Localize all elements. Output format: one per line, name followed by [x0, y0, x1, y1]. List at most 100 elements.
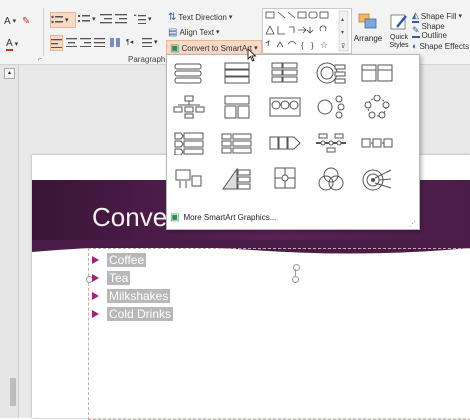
shape-effects-button[interactable]: ◐ Shape Effects — [412, 39, 469, 53]
ribbon-separator — [43, 8, 44, 56]
shape-outline-button[interactable]: ✎ Shape Outline — [412, 22, 470, 40]
content-placeholder[interactable] — [88, 248, 470, 420]
shapes-gallery-icons: { } ☆ ▴ ▾ ⊽ — [265, 10, 349, 52]
svg-text:▾: ▾ — [341, 29, 344, 36]
text-direction-icon: ⇅ — [168, 11, 177, 23]
horizontal-list-icon — [361, 64, 393, 82]
smartart-layout-arrow-process[interactable] — [268, 130, 302, 156]
align-right-button[interactable] — [80, 35, 91, 49]
smartart-layout-stacked-list[interactable] — [268, 60, 302, 86]
align-center-button[interactable] — [66, 35, 77, 49]
quick-styles-button[interactable]: Quick Styles — [384, 12, 414, 60]
pilcrow-icon: ¶◂ — [126, 39, 134, 46]
smartart-layout-basic-cycle[interactable] — [360, 94, 394, 120]
basic-process-icon — [361, 138, 393, 148]
justify-button[interactable] — [94, 35, 105, 49]
svg-text:{: { — [301, 41, 304, 50]
shape-effects-icon: ◐ — [412, 41, 418, 51]
paint-bucket-icon: ◭ — [412, 10, 419, 23]
smartart-layout-picture-list[interactable] — [172, 166, 206, 192]
increase-indent-icon — [115, 14, 127, 24]
align-left-button[interactable] — [50, 35, 63, 51]
picture-accent-icon — [269, 97, 301, 117]
font-size-small-button[interactable]: A ▾ — [4, 14, 16, 28]
more-paragraph-button[interactable]: ▾ — [142, 35, 158, 49]
align-left-icon — [51, 38, 62, 48]
text-direction-button[interactable]: ⇅ Text Direction ▾ — [168, 10, 232, 24]
decrease-indent-icon — [100, 14, 112, 24]
align-text-icon: ▤ — [168, 26, 178, 38]
line-spacing-icon — [134, 14, 146, 24]
bullets-icon — [51, 15, 63, 24]
paragraph-direction-button[interactable]: ¶◂ — [126, 35, 133, 49]
smartart-layout-target[interactable] — [360, 166, 394, 192]
arrange-button[interactable]: Arrange — [352, 12, 384, 56]
process-list-icon — [221, 133, 252, 154]
slide-title[interactable]: Conver — [92, 202, 176, 233]
bullets-button[interactable]: ▾ — [50, 12, 76, 28]
svg-text:}: } — [311, 41, 314, 50]
font-dialog-launcher[interactable]: ⌐ — [38, 56, 42, 63]
stacked-list-icon — [271, 62, 298, 83]
smartart-layout-venn[interactable] — [314, 166, 348, 192]
pen-icon: ✎ — [412, 25, 420, 38]
table-hierarchy-icon — [224, 95, 250, 119]
list-item[interactable]: Tea — [92, 271, 131, 285]
smartart-layout-target-list[interactable] — [314, 60, 348, 86]
smartart-layout-org-chart[interactable] — [172, 94, 206, 120]
shapes-gallery[interactable]: { } ☆ ▴ ▾ ⊽ — [262, 8, 352, 54]
smartart-layout-radial-list[interactable] — [314, 94, 348, 120]
smartart-layout-table-hierarchy[interactable] — [220, 94, 254, 120]
shape-fill-button[interactable]: ◭ Shape Fill ▾ — [412, 9, 462, 23]
smartart-layout-basic-process[interactable] — [360, 130, 394, 156]
smartart-layout-horizontal-list[interactable] — [360, 60, 394, 86]
scroll-up-arrow[interactable]: ▴ — [4, 68, 15, 79]
increase-indent-button[interactable] — [115, 12, 127, 26]
numbering-button[interactable]: ▾ — [78, 12, 96, 26]
box-list-icon — [224, 62, 250, 84]
smartart-layout-chevron-list[interactable] — [172, 130, 206, 156]
target-list-icon — [316, 62, 346, 84]
clear-format-button[interactable]: ✎ — [22, 14, 30, 28]
smartart-layout-timeline[interactable] — [314, 130, 348, 156]
matrix-icon — [274, 167, 296, 189]
columns-icon — [110, 37, 120, 47]
justify-icon — [94, 37, 105, 47]
smartart-layout-pyramid[interactable] — [220, 166, 254, 192]
mouse-pointer-icon — [247, 48, 257, 62]
smartart-layout-basic-block-list[interactable] — [172, 60, 206, 86]
bullet-arrow-icon — [92, 274, 99, 282]
smartart-layout-matrix[interactable] — [268, 166, 302, 192]
columns-button[interactable] — [110, 35, 121, 49]
resize-grip-icon[interactable]: ⋰ — [409, 220, 416, 228]
chevron-list-icon — [174, 132, 204, 155]
bullet-arrow-icon — [92, 292, 99, 300]
svg-text:⊽: ⊽ — [341, 43, 345, 50]
smartart-icon: ▣ — [170, 42, 180, 54]
line-spacing-button[interactable]: ▾ — [134, 12, 152, 26]
list-item[interactable]: Coffee — [92, 253, 147, 267]
org-chart-icon — [173, 95, 205, 119]
list-item[interactable]: Milkshakes — [92, 289, 171, 303]
arrow-process-icon — [269, 136, 301, 150]
scrollbar-thumb[interactable] — [10, 378, 16, 406]
paragraph-group-label: Paragraph — [128, 55, 166, 64]
smartart-layout-vertical-box-list[interactable] — [220, 60, 254, 86]
align-text-button[interactable]: ▤ Align Text ▾ — [168, 25, 220, 39]
resize-handle[interactable] — [292, 276, 299, 283]
smartart-layout-process-list[interactable] — [220, 130, 254, 156]
align-right-icon — [80, 37, 91, 47]
pyramid-icon — [222, 167, 251, 190]
smartart-icon: ▣ — [170, 211, 180, 223]
more-smartart-graphics-item[interactable]: ▣ More SmartArt Graphics... — [170, 210, 276, 224]
list-icon — [142, 37, 152, 47]
smartart-layout-picture-accent[interactable] — [268, 94, 302, 120]
list-item[interactable]: Cold Drinks — [92, 307, 174, 321]
decrease-indent-button[interactable] — [100, 12, 112, 26]
radial-list-icon — [317, 95, 345, 119]
svg-text:☆: ☆ — [320, 41, 328, 51]
bullet-arrow-icon — [92, 310, 99, 318]
picture-list-icon — [175, 169, 202, 188]
font-color-button[interactable]: A ▾ — [6, 37, 18, 51]
thumbnail-pane-strip[interactable]: ▴ — [0, 65, 19, 418]
